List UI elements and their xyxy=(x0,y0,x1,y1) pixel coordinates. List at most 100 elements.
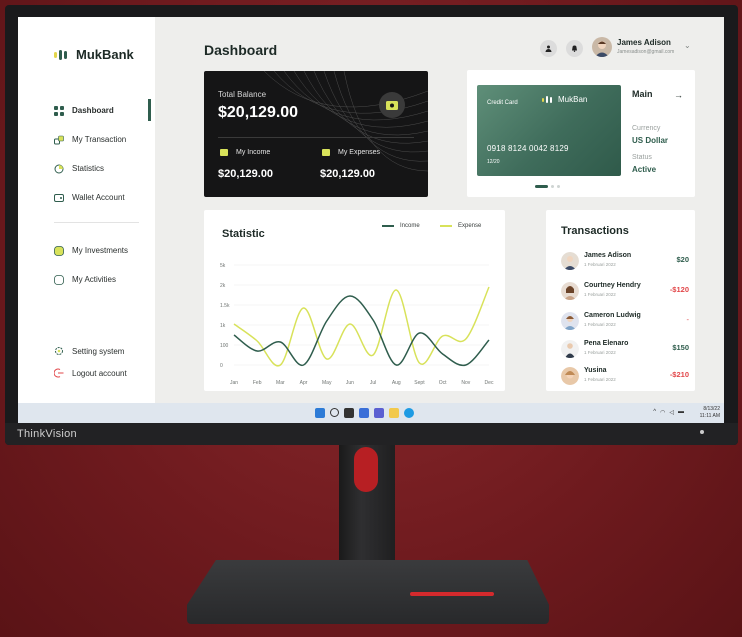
logo: MukBank xyxy=(54,47,134,62)
expense-label-row: My Expenses xyxy=(322,149,380,156)
income-label-row: My Income xyxy=(220,149,270,156)
bell-icon xyxy=(572,45,577,52)
notification-button[interactable] xyxy=(566,40,583,57)
chevron-down-icon[interactable]: ⌄ xyxy=(684,41,691,50)
currency-label: Currency xyxy=(632,125,661,132)
card-panel: Credit Card MukBan 0918 8124 0042 8129 1… xyxy=(467,70,695,197)
carousel-dot[interactable] xyxy=(557,185,560,188)
transaction-row[interactable]: James Adison 1 Februari 2022 $20 xyxy=(561,252,689,276)
x-tick-label: Mar xyxy=(276,380,285,386)
chat-icon[interactable] xyxy=(374,408,384,418)
nav-item-dashboard[interactable]: Dashboard xyxy=(54,96,155,125)
activity-icon xyxy=(54,274,64,285)
battery-icon[interactable]: ▬ xyxy=(678,409,684,416)
clock-time: 11:11 AM xyxy=(699,413,720,419)
income-value: $20,129.00 xyxy=(218,168,274,180)
transaction-row[interactable]: Cameron Ludwig 1 Februari 2022 - xyxy=(561,312,689,336)
stand-accent xyxy=(410,592,494,596)
power-button-icon[interactable] xyxy=(700,430,704,434)
x-tick-label: Nov xyxy=(461,380,470,386)
transactions-panel: Transactions James Adison 1 Februari 202… xyxy=(546,210,695,391)
arrow-right-icon[interactable]: → xyxy=(674,90,683,100)
transaction-row[interactable]: Yusina 1 Februari 2022 -$210 xyxy=(561,367,689,391)
monitor-frame: MukBank Dashboard My Transaction Statist… xyxy=(5,5,738,445)
nav-item-my-activities[interactable]: My Activities xyxy=(54,265,155,294)
user-name: James Adison xyxy=(617,38,671,47)
secondary-nav: My Investments My Activities xyxy=(54,236,155,294)
avatar-icon xyxy=(561,367,579,385)
avatar[interactable] xyxy=(592,37,612,57)
profile-button[interactable] xyxy=(540,40,557,57)
nav-item-statistics[interactable]: Statistics xyxy=(54,154,155,183)
nav-item-wallet-account[interactable]: Wallet Account xyxy=(54,183,155,212)
system-tray[interactable]: ^ ◠ ◁ ▬ xyxy=(653,409,684,416)
carousel-dot[interactable] xyxy=(551,185,554,188)
nav-item-logout-account[interactable]: Logout account xyxy=(54,362,155,384)
wifi-icon[interactable]: ◠ xyxy=(660,409,665,416)
carousel-dot-active[interactable] xyxy=(535,185,548,188)
nav-label: My Activities xyxy=(72,275,117,284)
x-tick-label: Dec xyxy=(485,380,494,386)
transfer-icon xyxy=(54,135,64,144)
clock[interactable]: 8/13/22 11:11 AM xyxy=(700,406,720,420)
total-balance-card: Total Balance $20,129.00 My Income My Ex… xyxy=(204,71,428,197)
widgets-icon[interactable] xyxy=(359,408,369,418)
start-icon[interactable] xyxy=(315,408,325,418)
x-tick-label: Aug xyxy=(392,380,401,386)
stand-cable-slot xyxy=(354,447,378,492)
user-icon xyxy=(545,45,552,52)
credit-card[interactable]: Credit Card MukBan 0918 8124 0042 8129 1… xyxy=(477,85,621,176)
nav-item-my-investments[interactable]: My Investments xyxy=(54,236,155,265)
transaction-date: 1 Februari 2022 xyxy=(584,322,616,327)
sidebar: MukBank Dashboard My Transaction Statist… xyxy=(18,17,155,403)
chevron-up-icon[interactable]: ^ xyxy=(653,409,656,416)
statistic-panel: Statistic Income Expense 5k 2k 1.5k 1k 100 0 J… xyxy=(204,210,505,391)
transaction-date: 1 Februari 2022 xyxy=(584,292,616,297)
search-icon[interactable] xyxy=(330,408,339,417)
nav-label: Dashboard xyxy=(72,106,114,115)
balance-divider xyxy=(218,137,414,138)
nav-item-setting-system[interactable]: Setting system xyxy=(54,340,155,362)
avatar-icon xyxy=(561,252,579,270)
expense-label: My Expenses xyxy=(338,149,381,156)
x-tick-label: Apr xyxy=(300,380,308,386)
card-type: Credit Card xyxy=(487,100,518,106)
nav-label: Logout account xyxy=(72,368,127,378)
pie-icon xyxy=(54,164,64,173)
transaction-date: 1 Februari 2022 xyxy=(584,262,616,267)
y-tick-label: 5k xyxy=(220,263,226,269)
transaction-row[interactable]: Pena Elenaro 1 Februari 2022 $150 xyxy=(561,340,689,364)
task-view-icon[interactable] xyxy=(344,408,354,418)
user-avatar-icon xyxy=(595,41,609,57)
avatar-icon xyxy=(561,282,579,300)
transaction-amount: $20 xyxy=(676,255,689,264)
card-brand-text: MukBan xyxy=(558,95,588,104)
nav-label: My Investments xyxy=(72,246,129,255)
statistic-chart: 5k 2k 1.5k 1k 100 0 Jan Feb Mar Apr May Jun Jul Aug Se… xyxy=(220,263,494,386)
page-title: Dashboard xyxy=(204,42,278,58)
transaction-name: Cameron Ludwig xyxy=(584,312,641,319)
transactions-title: Transactions xyxy=(561,225,629,237)
taskbar: ^ ◠ ◁ ▬ 8/13/22 11:11 AM xyxy=(18,403,724,423)
folder-icon[interactable] xyxy=(389,408,399,418)
volume-icon[interactable]: ◁ xyxy=(669,409,674,416)
user-email: Jamesadison@gmail.com xyxy=(617,49,675,55)
y-tick-label: 1.5k xyxy=(220,303,230,309)
transaction-name: James Adison xyxy=(584,252,632,259)
nav-item-my-transaction[interactable]: My Transaction xyxy=(54,125,155,154)
card-carousel-dots[interactable] xyxy=(535,185,560,188)
edge-icon[interactable] xyxy=(404,408,414,418)
x-tick-label: May xyxy=(322,380,332,386)
series-line-income xyxy=(233,295,490,367)
logo-text: MukBank xyxy=(76,47,134,62)
transaction-amount: -$120 xyxy=(669,285,689,294)
nav-label: Wallet Account xyxy=(72,193,125,202)
y-tick-label: 2k xyxy=(220,283,226,289)
sidebar-divider xyxy=(54,222,139,223)
transaction-row[interactable]: Courtney Hendry 1 Februari 2022 -$120 xyxy=(561,282,689,306)
currency-value: US Dollar xyxy=(632,136,669,145)
monitor-brand: ThinkVision xyxy=(17,428,77,440)
wallet-button[interactable] xyxy=(379,92,405,118)
x-tick-label: Feb xyxy=(253,380,262,386)
taskbar-icons xyxy=(315,408,414,418)
